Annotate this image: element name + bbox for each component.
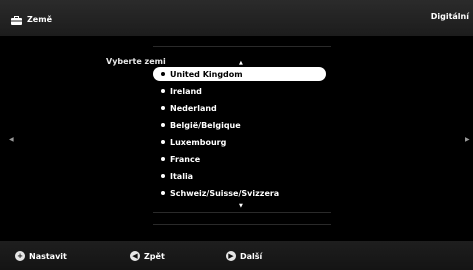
list-bottom-divider [153,212,331,213]
set-button-label: Nastavit [29,251,67,261]
back-button[interactable]: ◀ Zpět [130,251,165,261]
country-item-schweiz[interactable]: Schweiz/Suisse/Svizzera [153,186,326,200]
prompt-label: Vyberte zemi [106,57,166,66]
country-label: France [170,154,201,164]
bullet-icon [161,123,165,127]
bullet-icon [161,140,165,144]
country-item-united-kingdom[interactable]: United Kingdom [153,67,326,81]
next-button-label: Další [240,251,263,261]
bullet-icon [161,191,165,195]
country-label: Schweiz/Suisse/Svizzera [170,188,280,198]
bullet-icon [161,157,165,161]
set-button[interactable]: + Nastavit [15,251,67,261]
bullet-icon [161,106,165,110]
country-label: Italia [170,171,194,181]
scroll-down-arrow-icon[interactable]: ▼ [239,203,243,209]
bottom-bar: + Nastavit ◀ Zpět ▶ Další [0,241,473,270]
scroll-up-arrow-icon[interactable]: ▲ [239,60,243,66]
top-bar: Země Digitální [0,0,473,36]
bullet-icon [161,89,165,93]
main-panel: ◀ ▶ Vyberte zemi ▲ United Kingdom Irelan… [0,36,473,241]
country-item-luxembourg[interactable]: Luxembourg [153,135,326,149]
briefcase-icon [11,10,22,29]
country-item-italia[interactable]: Italia [153,169,326,183]
country-label: Luxembourg [170,137,227,147]
right-nav-arrow-icon[interactable]: ▶ [465,136,470,143]
country-item-belgie[interactable]: België/Belgique [153,118,326,132]
left-arrow-circle-icon: ◀ [130,251,140,261]
country-item-nederland[interactable]: Nederland [153,101,326,115]
left-nav-arrow-icon[interactable]: ◀ [9,136,14,143]
page-title: Země [27,14,52,24]
title-area: Země [11,12,52,26]
country-item-ireland[interactable]: Ireland [153,84,326,98]
list-top-divider [153,46,331,47]
plus-circle-icon: + [15,251,25,261]
right-arrow-circle-icon: ▶ [226,251,236,261]
list-footer-divider [153,224,331,225]
next-button[interactable]: ▶ Další [226,251,262,261]
country-label: België/Belgique [170,120,241,130]
country-item-france[interactable]: France [153,152,326,166]
country-label: Ireland [170,86,202,96]
country-label: Nederland [170,103,217,113]
back-button-label: Zpět [144,251,165,261]
bullet-icon [161,174,165,178]
country-label: United Kingdom [170,69,243,79]
screen: Země Digitální ◀ ▶ Vyberte zemi ▲ United… [0,0,473,270]
tuner-mode-label: Digitální [430,12,469,21]
bullet-icon [161,72,165,76]
